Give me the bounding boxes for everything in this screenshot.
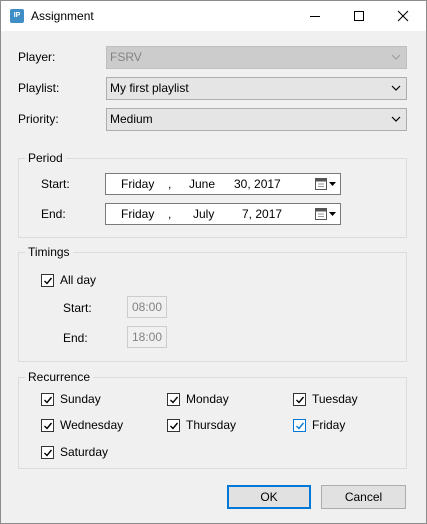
saturday-checkbox[interactable] — [41, 446, 54, 459]
checkmark-icon — [44, 422, 53, 430]
end-date-weekday: Friday — [121, 207, 155, 221]
close-button[interactable] — [381, 1, 425, 31]
minimize-button[interactable] — [293, 1, 337, 31]
minimize-icon — [310, 16, 320, 17]
all-day-label[interactable]: All day — [60, 273, 96, 287]
period-group-title: Period — [25, 151, 66, 165]
end-date-picker[interactable]: Friday , July 7, 2017 — [105, 203, 341, 225]
chevron-down-icon — [391, 54, 401, 60]
end-date-month: July — [193, 207, 215, 221]
maximize-button[interactable] — [337, 1, 381, 31]
thursday-checkbox[interactable] — [167, 419, 180, 432]
wednesday-label[interactable]: Wednesday — [60, 418, 123, 432]
playlist-value: My first playlist — [110, 81, 189, 95]
end-time-field: 18:00 — [127, 326, 167, 348]
checkmark-icon — [296, 422, 305, 430]
end-date-day-year: 7, 2017 — [242, 207, 283, 221]
window-title: Assignment — [31, 9, 94, 23]
checkmark-icon — [44, 396, 53, 404]
tuesday-checkbox[interactable] — [293, 393, 306, 406]
priority-combobox[interactable]: Medium — [106, 108, 407, 131]
cancel-button[interactable]: Cancel — [321, 485, 406, 509]
timings-end-label: End: — [63, 331, 88, 345]
start-date-comma: , — [168, 177, 172, 191]
sunday-label[interactable]: Sunday — [60, 392, 101, 406]
close-icon — [397, 10, 409, 22]
player-label: Player: — [18, 50, 56, 64]
timings-group-title: Timings — [25, 245, 73, 259]
app-icon: IP — [10, 9, 24, 23]
start-time-field: 08:00 — [127, 296, 167, 318]
friday-checkbox[interactable] — [293, 419, 306, 432]
start-date-picker[interactable]: Friday , June 30, 2017 — [105, 173, 341, 195]
playlist-label: Playlist: — [18, 81, 60, 95]
checkmark-icon — [296, 396, 305, 404]
period-start-label: Start: — [41, 177, 70, 191]
end-date-comma: , — [168, 207, 172, 221]
tuesday-label[interactable]: Tuesday — [312, 392, 358, 406]
chevron-down-icon — [391, 85, 401, 91]
ok-button[interactable]: OK — [227, 485, 311, 509]
checkmark-icon — [44, 277, 53, 285]
start-date-month: June — [189, 177, 216, 191]
period-group — [18, 158, 407, 238]
chevron-down-icon — [391, 116, 401, 122]
recurrence-group-title: Recurrence — [25, 370, 94, 384]
thursday-label[interactable]: Thursday — [186, 418, 236, 432]
calendar-icon[interactable] — [314, 207, 338, 221]
start-date-day-year: 30, 2017 — [234, 177, 281, 191]
checkmark-icon — [170, 396, 179, 404]
dialog-window: IP Assignment Player: FSRV Playlist: My … — [0, 0, 427, 524]
monday-checkbox[interactable] — [167, 393, 180, 406]
friday-label[interactable]: Friday — [312, 418, 345, 432]
monday-label[interactable]: Monday — [186, 392, 229, 406]
saturday-label[interactable]: Saturday — [60, 445, 108, 459]
period-end-label: End: — [41, 207, 66, 221]
start-date-weekday: Friday — [121, 177, 155, 191]
checkmark-icon — [44, 449, 53, 457]
wednesday-checkbox[interactable] — [41, 419, 54, 432]
timings-start-label: Start: — [63, 301, 92, 315]
all-day-checkbox[interactable] — [41, 274, 54, 287]
sunday-checkbox[interactable] — [41, 393, 54, 406]
checkmark-icon — [170, 422, 179, 430]
player-combobox: FSRV — [106, 46, 407, 69]
maximize-icon — [354, 11, 364, 21]
priority-label: Priority: — [18, 112, 59, 126]
title-bar[interactable]: IP Assignment — [1, 1, 426, 31]
priority-value: Medium — [110, 112, 153, 126]
calendar-icon[interactable] — [314, 177, 338, 191]
playlist-combobox[interactable]: My first playlist — [106, 77, 407, 100]
player-value: FSRV — [110, 50, 142, 64]
